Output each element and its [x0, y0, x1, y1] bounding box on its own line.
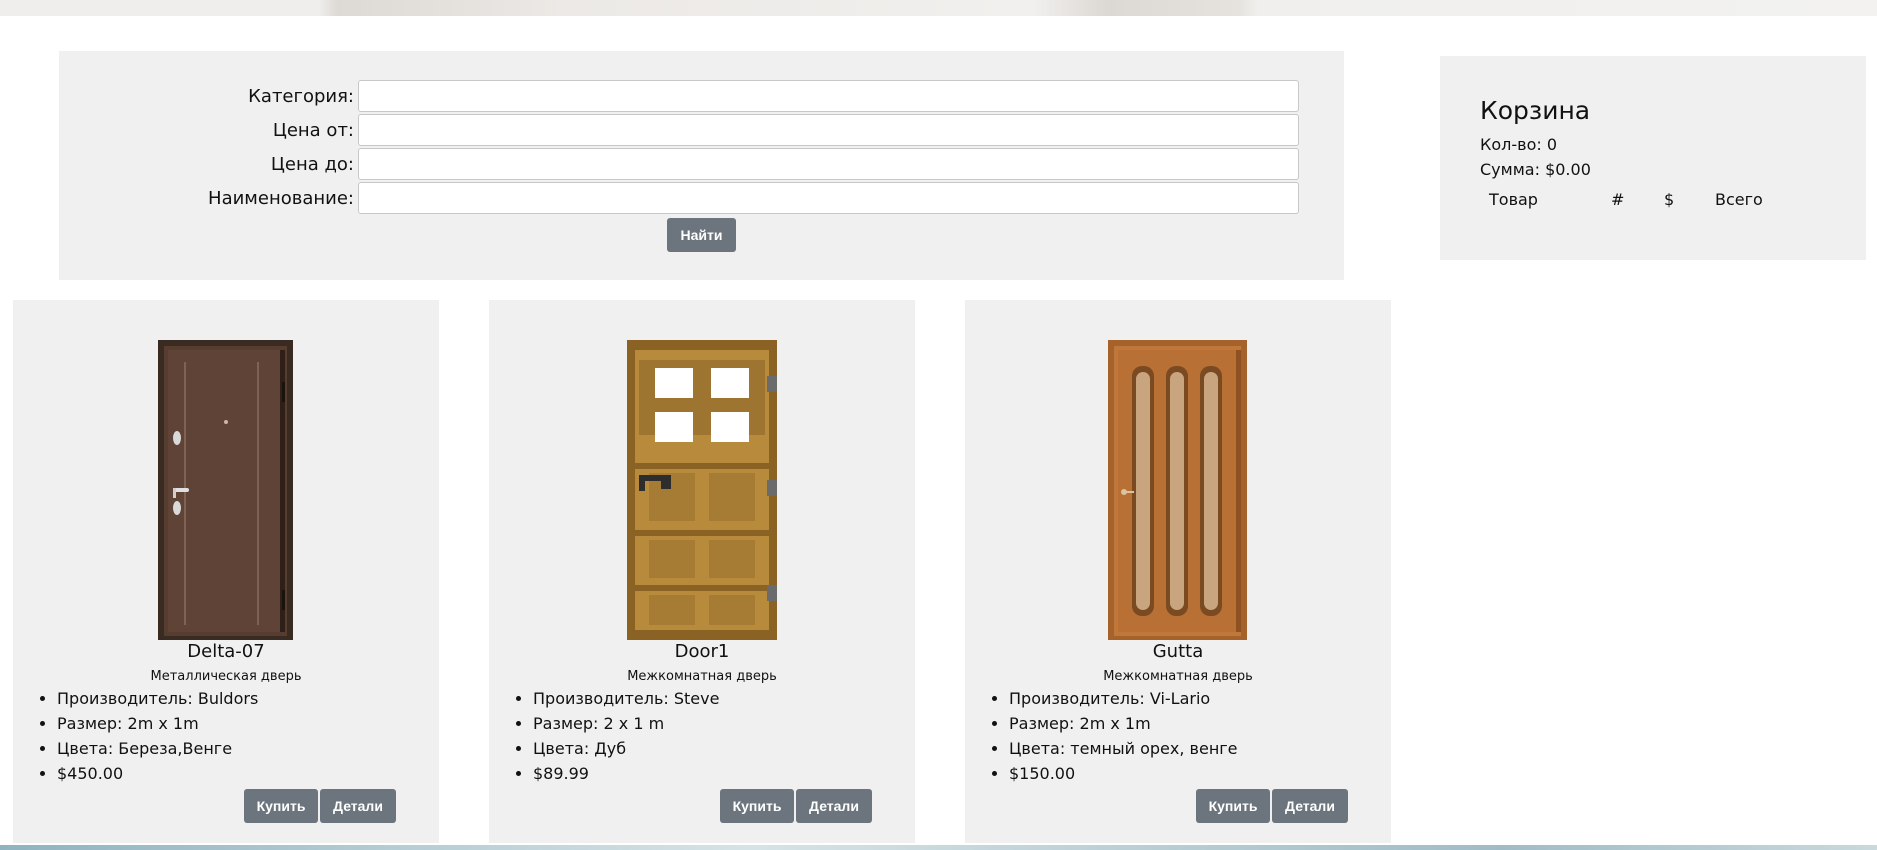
product-actions: Купить Детали	[244, 789, 396, 823]
product-colors: Цвета: темный орех, венге	[1009, 736, 1238, 761]
price-to-row: Цена до:	[59, 148, 1344, 182]
product-type: Металлическая дверь	[150, 669, 302, 684]
cart-column-total: Всего	[1715, 190, 1763, 209]
product-price: $450.00	[57, 761, 258, 786]
buy-button[interactable]: Купить	[720, 789, 794, 823]
price-to-input[interactable]	[358, 148, 1299, 180]
details-button[interactable]: Детали	[1272, 789, 1348, 823]
footer-banner-image	[0, 845, 1877, 850]
product-size: Размер: 2m x 1m	[57, 711, 258, 736]
price-from-label: Цена от:	[272, 120, 354, 141]
product-specs: Производитель: Steve Размер: 2 x 1 m Цве…	[509, 686, 719, 786]
product-actions: Купить Детали	[1196, 789, 1348, 823]
product-size: Размер: 2 x 1 m	[533, 711, 719, 736]
pixel-wooden-door-image[interactable]	[627, 340, 777, 640]
product-specs: Производитель: Buldors Размер: 2m x 1m Ц…	[33, 686, 258, 786]
search-button[interactable]: Найти	[667, 218, 736, 252]
product-card: Delta-07 Металлическая дверь Производите…	[13, 300, 439, 843]
product-type: Межкомнатная дверь	[627, 669, 777, 684]
price-from-row: Цена от:	[59, 114, 1344, 148]
product-colors: Цвета: Дуб	[533, 736, 719, 761]
product-manufacturer: Производитель: Buldors	[57, 686, 258, 711]
product-name: Door1	[674, 641, 730, 662]
category-input[interactable]	[358, 80, 1299, 112]
product-card: Door1 Межкомнатная дверь Производитель: …	[489, 300, 915, 843]
category-label: Категория:	[248, 86, 354, 107]
cart-column-product: Товар	[1489, 190, 1538, 209]
product-name: Gutta	[1152, 641, 1204, 662]
price-to-label: Цена до:	[270, 154, 354, 175]
product-size: Размер: 2m x 1m	[1009, 711, 1238, 736]
header-banner-image	[0, 0, 1877, 16]
product-type: Межкомнатная дверь	[1103, 669, 1253, 684]
product-card: Gutta Межкомнатная дверь Производитель: …	[965, 300, 1391, 843]
cart-sum: Сумма: $0.00	[1480, 160, 1591, 179]
glazed-wooden-door-image[interactable]	[1108, 340, 1247, 640]
product-actions: Купить Детали	[720, 789, 872, 823]
cart-column-quantity: #	[1611, 190, 1625, 209]
buy-button[interactable]: Купить	[1196, 789, 1270, 823]
cart-count: Кол-во: 0	[1480, 135, 1558, 154]
product-specs: Производитель: Vi-Lario Размер: 2m x 1m …	[985, 686, 1238, 786]
details-button[interactable]: Детали	[796, 789, 872, 823]
product-price: $89.99	[533, 761, 719, 786]
category-row: Категория:	[59, 80, 1344, 114]
details-button[interactable]: Детали	[320, 789, 396, 823]
cart-column-price: $	[1664, 190, 1675, 209]
cart-title: Корзина	[1480, 96, 1591, 125]
search-form: Категория: Цена от: Цена до: Наименовани…	[59, 51, 1344, 280]
metal-door-image[interactable]	[158, 340, 293, 640]
name-label: Наименование:	[208, 188, 354, 209]
buy-button[interactable]: Купить	[244, 789, 318, 823]
product-manufacturer: Производитель: Vi-Lario	[1009, 686, 1238, 711]
product-colors: Цвета: Береза,Венге	[57, 736, 258, 761]
cart-panel: Корзина Кол-во: 0 Сумма: $0.00 Товар # $…	[1440, 56, 1866, 260]
price-from-input[interactable]	[358, 114, 1299, 146]
name-row: Наименование:	[59, 182, 1344, 216]
name-input[interactable]	[358, 182, 1299, 214]
product-manufacturer: Производитель: Steve	[533, 686, 719, 711]
product-name: Delta-07	[187, 641, 265, 662]
product-price: $150.00	[1009, 761, 1238, 786]
